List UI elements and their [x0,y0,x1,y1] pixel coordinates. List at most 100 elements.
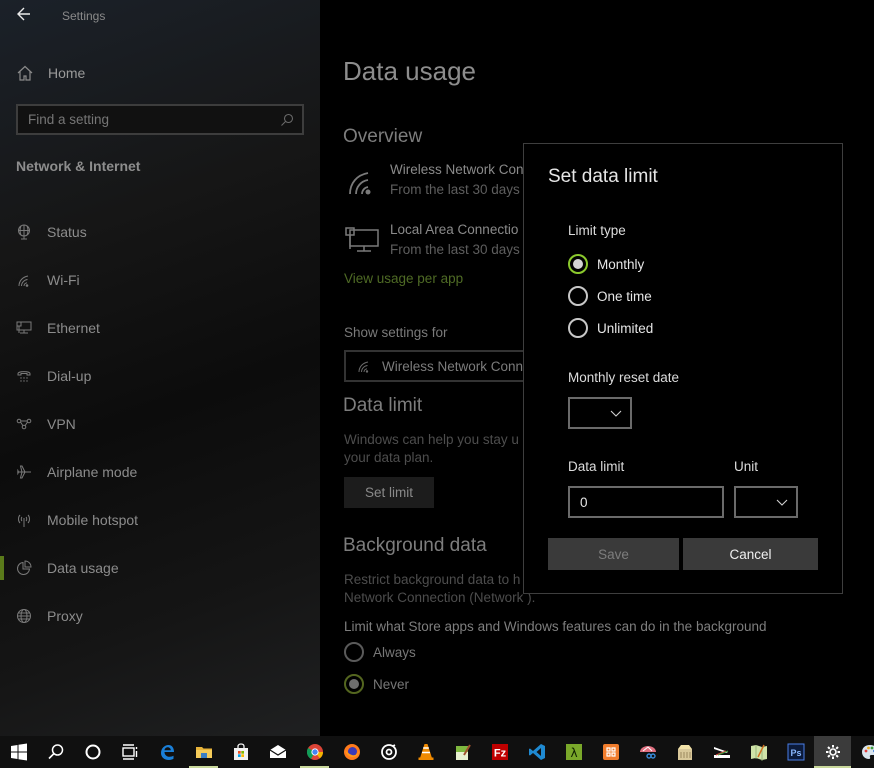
folder-icon [195,747,212,758]
home-link[interactable]: Home [16,62,85,84]
search-box[interactable] [16,104,304,135]
description-line: Windows can help you stay u [344,432,519,447]
taskbar-store[interactable] [222,736,259,768]
limit-type-unlimited[interactable]: Unlimited [568,318,653,338]
cortana-circle-icon [85,744,100,760]
taskbar-scanner[interactable] [703,736,740,768]
taskbar-mail[interactable] [259,736,296,768]
data-limit-description: Windows can help you stay u your data pl… [344,431,519,467]
radio-button-selected[interactable] [344,674,364,694]
back-button[interactable] [14,6,34,26]
sidebar-item-vpn[interactable]: VPN [0,400,320,448]
archive-icon [677,745,692,760]
radio-label: One time [597,288,652,304]
taskbar-cortana[interactable] [74,736,111,768]
search-input[interactable] [28,112,280,127]
limit-type-one-time[interactable]: One time [568,286,652,306]
taskbar-firefox[interactable] [333,736,370,768]
sidebar-item-airplane-mode[interactable]: Airplane mode [0,448,320,496]
radio-button-selected[interactable] [568,254,588,274]
groove-music-icon [380,744,397,760]
taskbar-groove[interactable] [370,736,407,768]
taskbar-vlc[interactable] [407,736,444,768]
limit-type-monthly[interactable]: Monthly [568,254,644,274]
view-usage-per-app-link[interactable]: View usage per app [344,271,463,286]
overview-item-name: Local Area Connectio [390,222,519,237]
unit-dropdown[interactable] [734,486,798,518]
radio-button[interactable] [568,318,588,338]
sidebar-item-label: Airplane mode [47,464,138,480]
edge-icon [160,745,174,760]
overview-item-name: Wireless Network Con [390,162,524,177]
taskbar-archive[interactable] [666,736,703,768]
limit-type-label: Limit type [568,223,626,238]
description-line: Network Connection (Network ). [344,590,536,605]
save-button[interactable]: Save [548,538,679,570]
overview-item-wireless[interactable]: Wireless Network Con From the last 30 da… [344,160,524,200]
airplane-icon [17,465,31,479]
home-label: Home [48,65,86,81]
svg-text:Fz: Fz [493,748,506,760]
cancel-button[interactable]: Cancel [683,538,818,570]
taskbar-lambda-app[interactable]: λ [555,736,592,768]
notepad-icon [455,744,471,760]
taskbar-task-view[interactable] [111,736,148,768]
mail-icon [269,745,286,758]
taskbar-maps[interactable] [740,736,777,768]
taskbar-notepad[interactable] [444,736,481,768]
photoshop-icon: Ps [787,743,804,761]
vpn-icon [16,418,32,430]
reset-date-label: Monthly reset date [568,370,680,385]
set-data-limit-dialog: Set data limit Limit type Monthly One ti… [523,143,843,594]
data-limit-input[interactable] [568,486,724,518]
wifi-icon [349,172,371,195]
radio-button[interactable] [568,286,588,306]
taskbar-photoshop[interactable]: Ps [777,736,814,768]
sidebar-item-label: VPN [47,416,76,432]
sidebar-item-data-usage[interactable]: Data usage [0,544,320,592]
snipping-tool-icon [639,746,656,759]
background-option-never[interactable]: Never [344,674,409,694]
set-limit-button[interactable]: Set limit [344,477,434,508]
sidebar-item-dialup[interactable]: Dial-up [0,352,320,400]
sidebar-item-wifi[interactable]: Wi-Fi [0,256,320,304]
maps-icon [750,744,767,761]
sidebar-item-proxy[interactable]: Proxy [0,592,320,640]
taskbar-start[interactable] [0,736,37,768]
vscode-icon [528,744,545,760]
reset-date-dropdown[interactable] [568,397,632,429]
data-limit-label: Data limit [568,459,625,474]
sidebar-item-status[interactable]: Status [0,208,320,256]
radio-label: Monthly [597,256,645,272]
background-option-always[interactable]: Always [344,642,416,662]
search-icon [47,744,63,760]
taskbar-settings[interactable] [814,736,851,768]
windows-logo-icon [10,743,27,761]
taskbar-paint[interactable] [851,736,874,768]
scanner-icon [713,747,730,758]
taskbar-edge[interactable] [148,736,185,768]
store-bag-icon [233,743,248,760]
taskbar-vscode[interactable] [518,736,555,768]
taskbar-snipping-tool[interactable] [629,736,666,768]
data-usage-pie-icon [17,560,32,575]
taskbar-filezilla[interactable]: Fz [481,736,518,768]
taskbar-chrome[interactable] [296,736,333,768]
hotspot-icon [18,514,30,527]
taskbar-file-explorer[interactable] [185,736,222,768]
sidebar-item-mobile-hotspot[interactable]: Mobile hotspot [0,496,320,544]
ethernet-icon [345,227,379,252]
svg-text:λ: λ [570,746,577,760]
description-line: Restrict background data to h [344,572,521,587]
search-icon[interactable] [280,113,294,127]
taskbar-xampp[interactable] [592,736,629,768]
taskbar: Fz λ Ps [0,736,874,768]
overview-item-lan[interactable]: Local Area Connectio From the last 30 da… [344,220,520,260]
chrome-icon [306,744,323,760]
taskbar-search[interactable] [37,736,74,768]
radio-button[interactable] [344,642,364,662]
sidebar: Settings Home Network & Internet Status … [0,0,320,736]
filezilla-icon: Fz [491,744,508,760]
sidebar-item-ethernet[interactable]: Ethernet [0,304,320,352]
unit-label: Unit [734,459,759,474]
